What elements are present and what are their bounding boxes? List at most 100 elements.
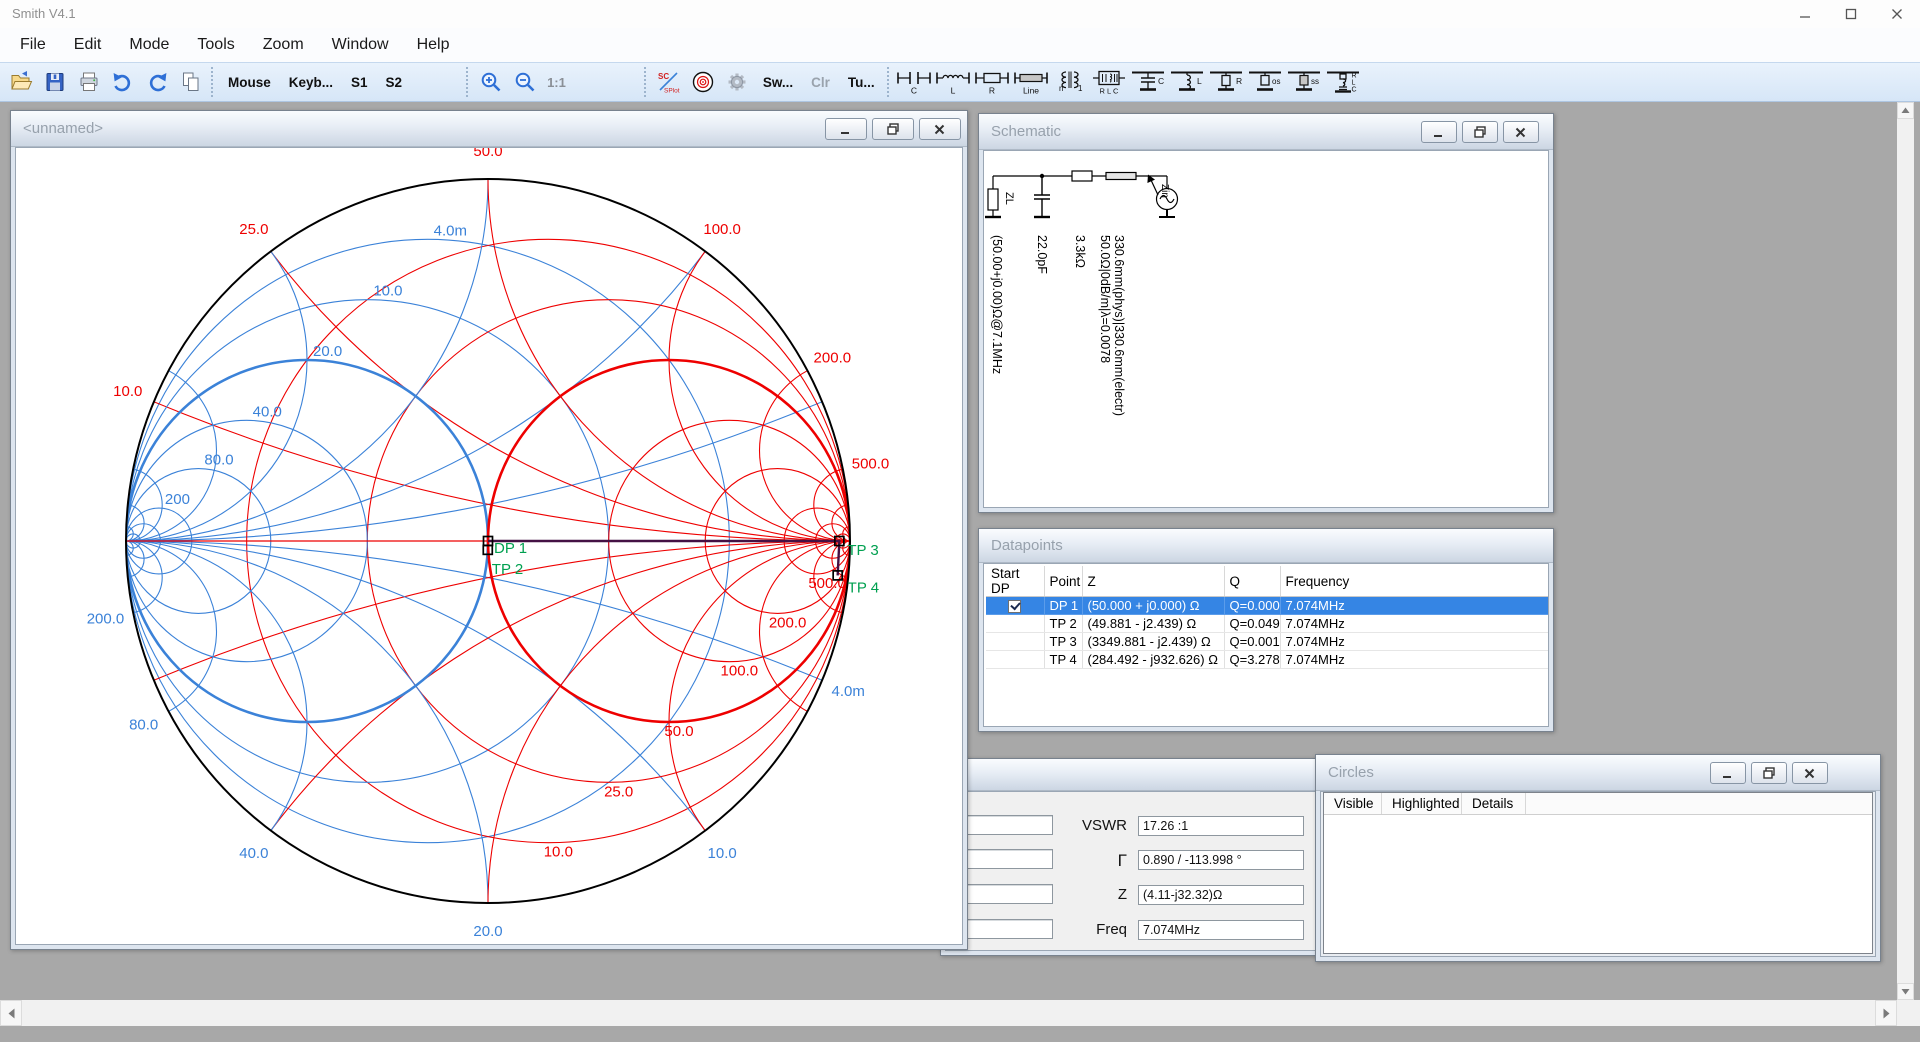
component-series-line-button[interactable]: Line — [1012, 64, 1051, 100]
print-button[interactable] — [73, 66, 105, 98]
datapoints-titlebar[interactable]: Datapoints — [979, 529, 1553, 563]
datapoints-cell-frequency: 7.074MHz — [1280, 651, 1549, 669]
toolbar-sw-button[interactable]: Sw... — [755, 66, 801, 98]
sc-splot-button[interactable]: SCSPlot — [653, 66, 685, 98]
readout-value-gamma[interactable]: 0.890 / -113.998 ° — [1138, 850, 1304, 870]
component-shunt-capacitor-button[interactable]: C — [1129, 64, 1168, 100]
toolbar-s1-button[interactable]: S1 — [343, 66, 376, 98]
undo-icon — [111, 70, 135, 94]
restore-button[interactable] — [872, 118, 914, 140]
toolbar-mouse-button[interactable]: Mouse — [220, 66, 279, 98]
zoom-in-button[interactable] — [475, 66, 507, 98]
datapoints-cell-point: TP 3 — [1044, 633, 1082, 651]
close-button[interactable] — [1874, 0, 1920, 28]
copy-button[interactable] — [175, 66, 207, 98]
toolbar-separator — [211, 67, 216, 97]
datapoints-row-tp3[interactable]: TP 3(3349.881 - j2.439) ΩQ=0.0017.074MHz — [986, 633, 1549, 651]
save-button[interactable] — [39, 66, 71, 98]
restore-button[interactable] — [1462, 121, 1498, 143]
chart-titlebar[interactable]: <unnamed> — [11, 111, 967, 147]
scroll-down-button[interactable] — [1897, 983, 1914, 1000]
restore-button[interactable] — [1751, 762, 1787, 784]
menu-help[interactable]: Help — [403, 31, 464, 59]
component-series-rlc-button[interactable]: R L C — [1090, 64, 1129, 100]
zoom-ratio-label[interactable]: 1:1 — [542, 75, 571, 90]
minimize-button[interactable] — [1782, 0, 1828, 28]
menubar: FileEditModeToolsZoomWindowHelp — [0, 28, 1920, 62]
datapoints-column-header[interactable]: Z — [1082, 566, 1224, 597]
toolbar-keyb-button[interactable]: Keyb... — [281, 66, 341, 98]
circles-table[interactable]: VisibleHighlightedDetails — [1323, 792, 1873, 954]
close-button[interactable] — [919, 118, 961, 140]
readout-value-z[interactable]: (4.11-j32.32)Ω — [1138, 885, 1304, 905]
readout-value-freq[interactable]: 7.074MHz — [1138, 920, 1304, 940]
component-series-resistor-button[interactable]: R — [973, 64, 1012, 100]
svg-text:500.0: 500.0 — [808, 575, 846, 592]
circles-titlebar[interactable]: Circles — [1316, 755, 1880, 791]
toolbar-tu-button[interactable]: Tu... — [840, 66, 883, 98]
scroll-left-button[interactable] — [0, 1000, 22, 1026]
circles-column-header[interactable]: Visible — [1324, 793, 1382, 814]
schematic-titlebar[interactable]: Schematic — [979, 114, 1553, 150]
horizontal-scrollbar[interactable] — [0, 1000, 1897, 1026]
shunt-resistor-icon: R — [1208, 69, 1244, 96]
datapoints-row-tp4[interactable]: TP 4(284.492 - j932.626) ΩQ=3.2787.074MH… — [986, 651, 1549, 669]
schematic-canvas[interactable]: ZLZin(50.00+j0.00)Ω@7.1MHz22.0pF3.3kΩ50.… — [983, 150, 1549, 508]
smith-chart-area[interactable]: 10.010.04.0m4.0m25.025.010.010.050.050.0… — [15, 147, 963, 945]
datapoints-column-header[interactable]: Q — [1224, 566, 1280, 597]
datapoints-column-header[interactable]: Point — [1044, 566, 1082, 597]
svg-text:10.0: 10.0 — [544, 844, 573, 861]
component-shunt-resistor-button[interactable]: R — [1207, 64, 1246, 100]
menu-mode[interactable]: Mode — [115, 31, 183, 59]
smith-target-button[interactable] — [687, 66, 719, 98]
scroll-up-button[interactable] — [1897, 102, 1914, 119]
datapoints-row-tp2[interactable]: TP 2(49.881 - j2.439) ΩQ=0.0497.074MHz — [986, 615, 1549, 633]
smith-chart[interactable]: 10.010.04.0m4.0m25.025.010.010.050.050.0… — [16, 148, 963, 945]
datapoints-row-dp1[interactable]: DP 1(50.000 + j0.000) ΩQ=0.0007.074MHz — [986, 597, 1549, 615]
scroll-right-button[interactable] — [1875, 1000, 1897, 1026]
menu-file[interactable]: File — [6, 31, 60, 59]
svg-text:Line: Line — [1023, 85, 1039, 95]
svg-text:25.0: 25.0 — [604, 783, 633, 800]
zoom-out-button[interactable] — [509, 66, 541, 98]
datapoints-column-header[interactable]: Frequency — [1280, 566, 1549, 597]
component-shunt-rlc-button[interactable]: RLC — [1324, 64, 1363, 100]
vertical-scrollbar[interactable] — [1897, 102, 1914, 1000]
minimize-button[interactable] — [1421, 121, 1457, 143]
close-button[interactable] — [1503, 121, 1539, 143]
datapoints-table[interactable]: Start DPPointZQFrequency DP 1(50.000 + j… — [986, 566, 1549, 669]
component-series-inductor-button[interactable]: L — [934, 64, 973, 100]
toolbar-clr-button[interactable]: Clr — [803, 66, 838, 98]
zoom-out-icon — [513, 70, 537, 94]
component-shunt-open-stub-button[interactable]: os — [1246, 64, 1285, 100]
readout-aux-field[interactable] — [953, 884, 1053, 904]
readout-aux-field[interactable] — [953, 849, 1053, 869]
component-shunt-inductor-button[interactable]: L — [1168, 64, 1207, 100]
settings-gear-icon — [725, 70, 749, 94]
circles-column-header[interactable]: Details — [1462, 793, 1526, 814]
circles-column-header[interactable]: Highlighted — [1382, 793, 1462, 814]
svg-text:10.0: 10.0 — [373, 283, 402, 300]
minimize-button[interactable] — [825, 118, 867, 140]
toolbar-s2-button[interactable]: S2 — [378, 66, 411, 98]
component-series-capacitor-button[interactable]: C — [895, 64, 934, 100]
open-button[interactable] — [5, 66, 37, 98]
start-dp-checkbox[interactable] — [1008, 600, 1021, 613]
component-shunt-short-stub-button[interactable]: ss — [1285, 64, 1324, 100]
readout-value-vswr[interactable]: 17.26 :1 — [1138, 816, 1304, 836]
menu-zoom[interactable]: Zoom — [249, 31, 318, 59]
datapoints-column-header[interactable]: Start DP — [986, 566, 1044, 597]
menu-tools[interactable]: Tools — [183, 31, 248, 59]
undo-button[interactable] — [107, 66, 139, 98]
maximize-button[interactable] — [1828, 0, 1874, 28]
svg-text:R: R — [1352, 72, 1357, 79]
settings-gear-button[interactable] — [721, 66, 753, 98]
menu-edit[interactable]: Edit — [60, 31, 116, 59]
menu-window[interactable]: Window — [318, 31, 403, 59]
redo-button[interactable] — [141, 66, 173, 98]
minimize-button[interactable] — [1710, 762, 1746, 784]
readout-aux-field[interactable] — [953, 919, 1053, 939]
readout-aux-field[interactable] — [953, 815, 1053, 835]
component-transformer-button[interactable]: n1 — [1051, 64, 1090, 100]
close-button[interactable] — [1792, 762, 1828, 784]
